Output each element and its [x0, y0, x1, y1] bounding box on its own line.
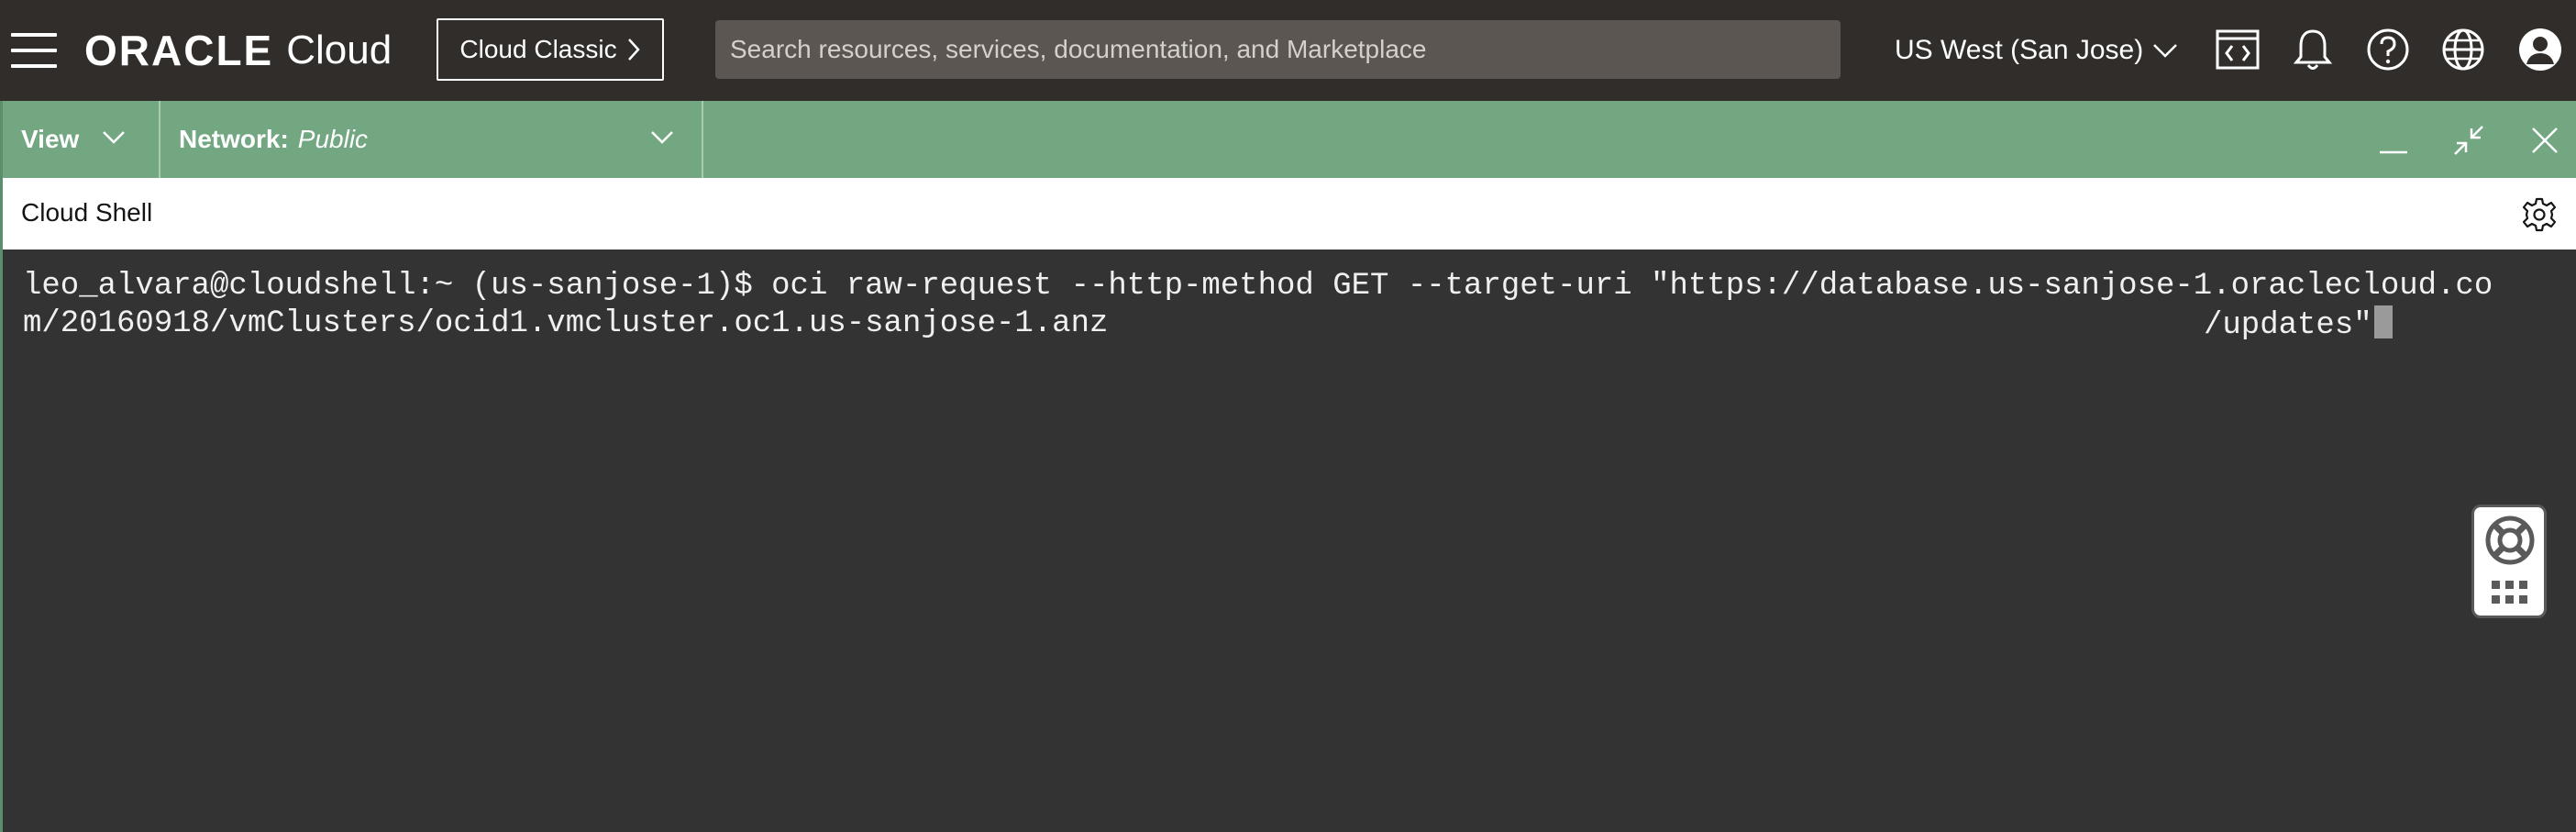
- close-icon[interactable]: [2526, 121, 2564, 160]
- terminal-line-end: /updates": [2204, 305, 2393, 344]
- chevron-down-icon: [103, 131, 125, 144]
- top-navigation-bar: ORACLE Cloud Cloud Classic US West (San …: [0, 0, 2576, 101]
- network-label: Network:: [179, 125, 289, 153]
- help-icon[interactable]: [2364, 26, 2412, 73]
- terminal-line: leo_alvara@cloudshell:~ (us-sanjose-1)$ …: [23, 269, 2493, 304]
- cloud-shell-header: Cloud Shell: [0, 178, 2576, 250]
- chevron-down-icon: [651, 131, 673, 144]
- help-widget[interactable]: [2471, 505, 2547, 618]
- terminal-cursor: [2373, 305, 2393, 338]
- terminal-line: m/20160918/vmClusters/ocid1.vmcluster.oc…: [23, 306, 1109, 341]
- brand-cloud-text: Cloud: [286, 28, 392, 72]
- globe-icon[interactable]: [2439, 26, 2487, 73]
- network-dropdown[interactable]: Network: Public: [160, 101, 703, 178]
- network-value: Public: [297, 125, 369, 153]
- region-label: US West (San Jose): [1895, 35, 2144, 65]
- region-selector[interactable]: US West (San Jose): [1895, 28, 2178, 73]
- brand-oracle-text: ORACLE: [84, 27, 274, 74]
- bell-icon[interactable]: [2289, 26, 2337, 73]
- view-label: View: [21, 125, 80, 153]
- cloud-shell-toolbar: View Network: Public: [0, 101, 2576, 178]
- terminal[interactable]: leo_alvara@cloudshell:~ (us-sanjose-1)$ …: [0, 250, 2576, 832]
- cloud-shell-title: Cloud Shell: [21, 198, 153, 227]
- minimize-icon[interactable]: [2374, 121, 2413, 160]
- chevron-down-icon: [2153, 44, 2178, 58]
- chevron-right-icon: [627, 39, 640, 61]
- user-avatar-icon[interactable]: [2516, 26, 2564, 73]
- oracle-cloud-logo[interactable]: ORACLE Cloud: [84, 24, 392, 77]
- cloud-classic-label: Cloud Classic: [459, 35, 617, 63]
- code-editor-icon[interactable]: [2214, 26, 2261, 73]
- hamburger-menu-icon[interactable]: [11, 33, 57, 68]
- gear-icon[interactable]: [2521, 196, 2558, 233]
- apps-grid-icon: [2492, 581, 2527, 604]
- view-dropdown[interactable]: View: [3, 101, 160, 178]
- terminal-text: /updates": [2204, 308, 2372, 343]
- cloud-classic-button[interactable]: Cloud Classic: [437, 18, 664, 81]
- lifebuoy-icon: [2485, 516, 2535, 565]
- restore-icon[interactable]: [2449, 121, 2488, 160]
- search-input[interactable]: [715, 20, 1841, 79]
